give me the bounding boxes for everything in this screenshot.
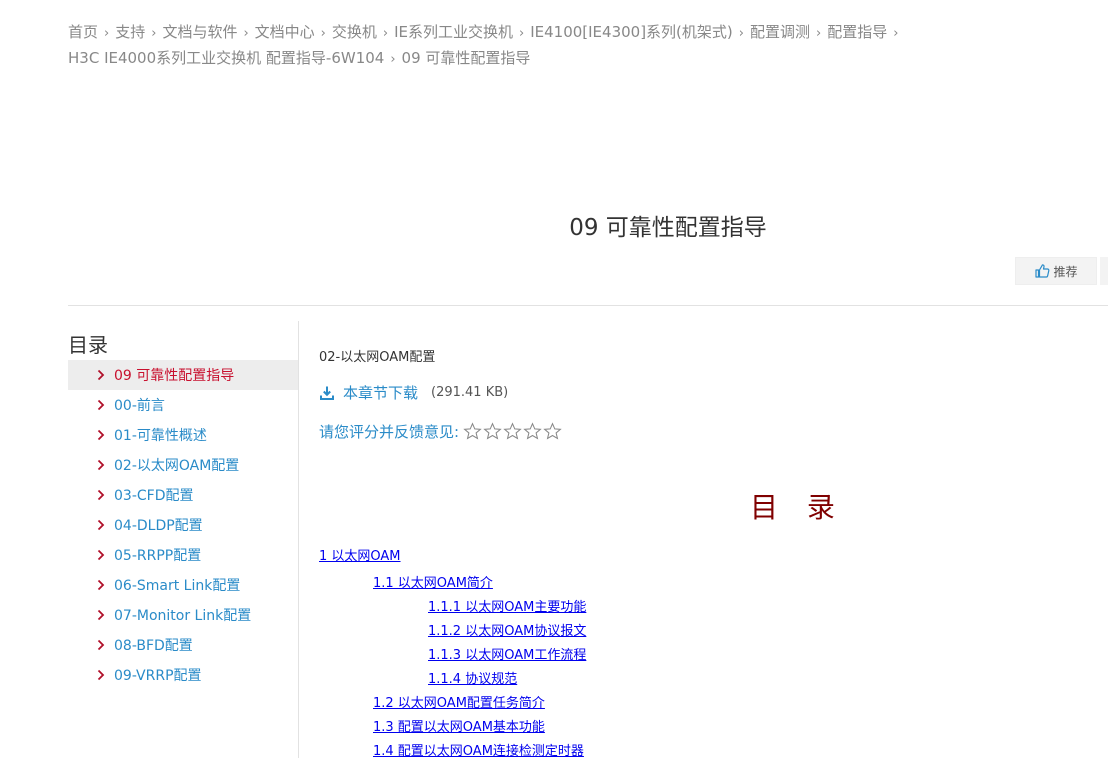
sidebar-item-preface[interactable]: 00-前言 xyxy=(68,390,298,420)
sidebar-item-label: 05-RRPP配置 xyxy=(114,548,202,564)
sidebar-item-dldp[interactable]: 04-DLDP配置 xyxy=(68,510,298,540)
sidebar-item-monitor-link[interactable]: 07-Monitor Link配置 xyxy=(68,600,298,630)
breadcrumb-separator-icon: › xyxy=(893,26,899,41)
chevron-right-icon xyxy=(97,489,105,501)
breadcrumb-separator-icon: › xyxy=(390,52,396,67)
sidebar-item-reliability-guide[interactable]: 09 可靠性配置指导 xyxy=(68,360,298,390)
toc-link-1-3[interactable]: 1.3 配置以太网OAM基本功能 xyxy=(373,716,545,735)
breadcrumb-separator-icon: › xyxy=(519,26,525,41)
document-name: 02-以太网OAM配置 xyxy=(319,350,436,365)
breadcrumb-current: 09 可靠性配置指导 xyxy=(401,49,531,67)
sidebar-item-label: 02-以太网OAM配置 xyxy=(114,458,240,474)
sidebar-item-vrrp[interactable]: 09-VRRP配置 xyxy=(68,660,298,690)
chevron-right-icon xyxy=(97,519,105,531)
recommend-label: 推荐 xyxy=(1053,264,1078,279)
sidebar-item-label: 06-Smart Link配置 xyxy=(114,578,241,594)
breadcrumb-ie-series[interactable]: IE系列工业交换机 xyxy=(394,23,513,41)
toc-link-1[interactable]: 1 以太网OAM xyxy=(319,545,401,564)
chapter-download-link[interactable]: 本章节下载 xyxy=(319,382,418,403)
chevron-right-icon xyxy=(97,429,105,441)
sidebar-item-bfd[interactable]: 08-BFD配置 xyxy=(68,630,298,660)
sidebar-item-label: 04-DLDP配置 xyxy=(114,518,203,534)
thumbs-up-icon xyxy=(1035,264,1050,278)
sidebar-item-label: 01-可靠性概述 xyxy=(114,428,207,444)
toc-link-1-1-4[interactable]: 1.1.4 协议规范 xyxy=(428,668,517,687)
header-divider xyxy=(68,305,1108,306)
page-title: 09 可靠性配置指导 xyxy=(569,215,767,241)
file-size: (291.41 KB) xyxy=(431,385,509,400)
sidebar-item-label: 00-前言 xyxy=(114,398,165,414)
chevron-right-icon xyxy=(97,369,105,381)
rating-label: 请您评分并反馈意见: xyxy=(319,423,460,441)
sidebar-item-label: 08-BFD配置 xyxy=(114,638,193,654)
chevron-right-icon xyxy=(97,639,105,651)
breadcrumb: 首页 › 支持 › 文档与软件 › 文档中心 › 交换机 › IE系列工业交换机 › IE4100[IE… xyxy=(68,20,968,72)
chevron-right-icon xyxy=(97,609,105,621)
star-icon[interactable] xyxy=(543,422,562,441)
breadcrumb-ie4100-series[interactable]: IE4100[IE4300]系列(机架式) xyxy=(530,23,733,41)
sidebar-item-label: 03-CFD配置 xyxy=(114,488,194,504)
star-icon[interactable] xyxy=(463,422,482,441)
star-icon[interactable] xyxy=(503,422,522,441)
toc-link-1-1-3[interactable]: 1.1.3 以太网OAM工作流程 xyxy=(428,644,586,663)
breadcrumb-separator-icon: › xyxy=(151,26,157,41)
breadcrumb-separator-icon: › xyxy=(815,26,822,41)
download-row: 本章节下载 (291.41 KB) xyxy=(319,382,508,403)
breadcrumb-config-guide[interactable]: 配置指导 xyxy=(827,23,887,41)
sidebar-divider xyxy=(298,321,299,758)
sidebar-item-label: 07-Monitor Link配置 xyxy=(114,608,252,624)
toc-link-1-4[interactable]: 1.4 配置以太网OAM连接检测定时器 xyxy=(373,740,584,759)
recommend-edge xyxy=(1100,257,1108,285)
toc-link-1-2[interactable]: 1.2 以太网OAM配置任务简介 xyxy=(373,692,545,711)
download-icon xyxy=(320,386,334,400)
rating-row: 请您评分并反馈意见: xyxy=(319,421,563,442)
download-label: 本章节下载 xyxy=(343,384,419,402)
breadcrumb-switches[interactable]: 交换机 xyxy=(332,23,377,41)
toc-title: 目 录 xyxy=(750,491,845,524)
breadcrumb-separator-icon: › xyxy=(320,26,326,41)
star-icon[interactable] xyxy=(483,422,502,441)
sidebar-item-label: 09-VRRP配置 xyxy=(114,668,202,684)
sidebar-heading: 目录 xyxy=(68,333,108,357)
sidebar-item-label: 09 可靠性配置指导 xyxy=(114,368,235,384)
sidebar-item-overview[interactable]: 01-可靠性概述 xyxy=(68,420,298,450)
chevron-right-icon xyxy=(97,459,105,471)
chevron-right-icon xyxy=(97,669,105,681)
breadcrumb-home[interactable]: 首页 xyxy=(68,23,98,41)
chevron-right-icon xyxy=(97,399,105,411)
sidebar-item-cfd[interactable]: 03-CFD配置 xyxy=(68,480,298,510)
breadcrumb-config-debug[interactable]: 配置调测 xyxy=(750,23,810,41)
breadcrumb-separator-icon: › xyxy=(738,26,744,41)
breadcrumb-manual[interactable]: H3C IE4000系列工业交换机 配置指导-6W104 xyxy=(68,49,384,67)
toc-link-1-1[interactable]: 1.1 以太网OAM简介 xyxy=(373,572,493,591)
sidebar-item-rrpp[interactable]: 05-RRPP配置 xyxy=(68,540,298,570)
breadcrumb-doc-center[interactable]: 文档中心 xyxy=(255,23,315,41)
breadcrumb-support[interactable]: 支持 xyxy=(115,23,145,41)
breadcrumb-separator-icon: › xyxy=(243,26,249,41)
recommend-button[interactable]: 推荐 xyxy=(1015,257,1097,285)
sidebar-list: 09 可靠性配置指导 00-前言 01-可靠性概述 02-以太网OAM配置 03… xyxy=(68,360,298,690)
breadcrumb-separator-icon: › xyxy=(104,26,110,41)
sidebar-item-smart-link[interactable]: 06-Smart Link配置 xyxy=(68,570,298,600)
toc-link-1-1-1[interactable]: 1.1.1 以太网OAM主要功能 xyxy=(428,596,586,615)
breadcrumb-separator-icon: › xyxy=(382,26,389,41)
chevron-right-icon xyxy=(97,549,105,561)
rating-stars xyxy=(463,422,563,441)
chevron-right-icon xyxy=(97,579,105,591)
sidebar-item-ethernet-oam[interactable]: 02-以太网OAM配置 xyxy=(68,450,298,480)
toc-link-1-1-2[interactable]: 1.1.2 以太网OAM协议报文 xyxy=(428,620,586,639)
star-icon[interactable] xyxy=(523,422,542,441)
breadcrumb-docs-software[interactable]: 文档与软件 xyxy=(162,23,237,41)
